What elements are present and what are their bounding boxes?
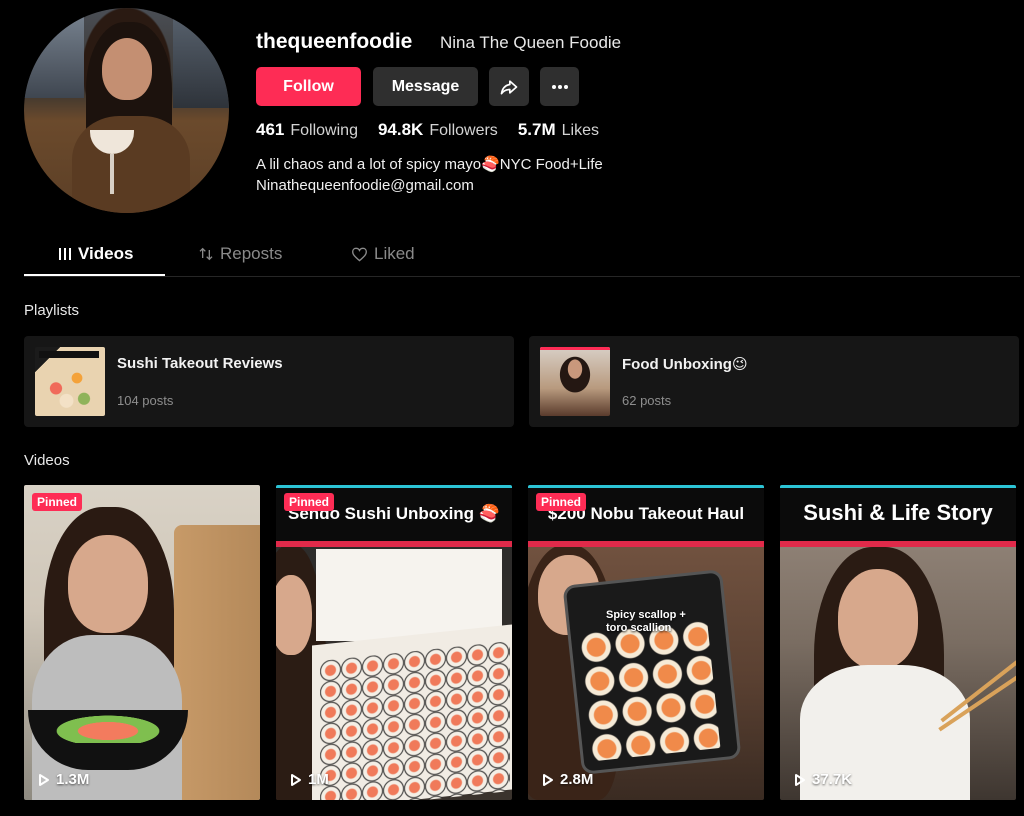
playlist-name: Food Unboxing😉 [622, 356, 748, 373]
video-card[interactable]: Sushi & Life Story 37.7K [780, 485, 1016, 800]
video-card[interactable]: Sendo Sushi Unboxing 🍣 Pinned 1M [276, 485, 512, 800]
repost-icon [199, 247, 213, 261]
playlist-card-food-unboxing[interactable]: Food Unboxing😉 62 posts [529, 336, 1019, 427]
playlists-heading: Playlists [24, 302, 80, 319]
play-icon [543, 773, 553, 786]
following-label: Following [290, 122, 358, 139]
playlist-card-sushi-takeout[interactable]: Sushi Takeout Reviews 104 posts [24, 336, 514, 427]
video-view-count: 37.7K [794, 771, 852, 788]
video-views: 1.3M [56, 771, 90, 788]
message-button[interactable]: Message [373, 67, 478, 106]
video-views: 37.7K [812, 771, 853, 788]
playlist-thumbnail [35, 347, 105, 416]
grid-bars-icon [59, 248, 71, 260]
likes-label: Likes [561, 122, 599, 139]
profile-avatar[interactable] [24, 8, 229, 213]
likes-stat: 5.7M Likes [518, 120, 599, 140]
video-view-count: 1.3M [38, 771, 89, 788]
video-card[interactable]: Pinned 1.3M [24, 485, 260, 800]
pinned-badge: Pinned [536, 493, 587, 511]
tab-reposts[interactable]: Reposts [198, 244, 282, 264]
following-count: 461 [256, 120, 285, 139]
pinned-badge: Pinned [32, 493, 83, 511]
tab-videos-label: Videos [78, 244, 134, 263]
videos-heading: Videos [24, 452, 70, 469]
profile-bio: A lil chaos and a lot of spicy mayo🍣NYC … [256, 154, 603, 196]
more-dots-icon [551, 84, 568, 89]
active-tab-indicator [24, 274, 165, 276]
bio-line-1: A lil chaos and a lot of spicy mayo🍣NYC … [256, 156, 603, 173]
playlist-name: Sushi Takeout Reviews [117, 355, 283, 372]
followers-count: 94.8K [377, 120, 424, 139]
video-view-count: 2.8M [542, 771, 593, 788]
profile-handle: thequeenfoodie [256, 30, 413, 53]
video-caption: Sushi & Life Story [803, 500, 993, 525]
tab-videos[interactable]: Videos [58, 244, 133, 264]
play-icon [795, 773, 805, 786]
video-card[interactable]: Spicy scallop + toro scallion $200 Nobu … [528, 485, 764, 800]
bio-email: Ninathequeenfoodie@gmail.com [256, 177, 474, 194]
pinned-badge: Pinned [284, 493, 335, 511]
more-options-button[interactable] [540, 67, 579, 106]
play-icon [291, 773, 301, 786]
video-views: 1M [308, 771, 329, 788]
video-views: 2.8M [560, 771, 594, 788]
playlist-post-count: 62 posts [622, 393, 672, 408]
video-overlay-text: Spicy scallop + toro scallion [606, 609, 686, 634]
playlist-thumbnail [540, 347, 610, 416]
tab-liked-label: Liked [374, 244, 415, 263]
share-icon [500, 79, 518, 94]
video-view-count: 1M [290, 771, 329, 788]
following-stat[interactable]: 461 Following [256, 120, 358, 140]
play-icon [39, 773, 49, 786]
tab-reposts-label: Reposts [220, 244, 283, 263]
tab-liked[interactable]: Liked [351, 244, 415, 264]
profile-stats: 461 Following 94.8K Followers 5.7M Likes [256, 120, 619, 140]
followers-label: Followers [429, 122, 498, 139]
playlist-post-count: 104 posts [117, 393, 174, 408]
likes-count: 5.7M [517, 120, 556, 139]
profile-tabs: Videos Reposts Liked [24, 232, 1020, 277]
share-button[interactable] [489, 67, 529, 106]
profile-display-name: Nina The Queen Foodie [440, 33, 622, 52]
follow-button[interactable]: Follow [256, 67, 361, 106]
heart-outline-icon [351, 247, 368, 262]
followers-stat[interactable]: 94.8K Followers [378, 120, 498, 140]
